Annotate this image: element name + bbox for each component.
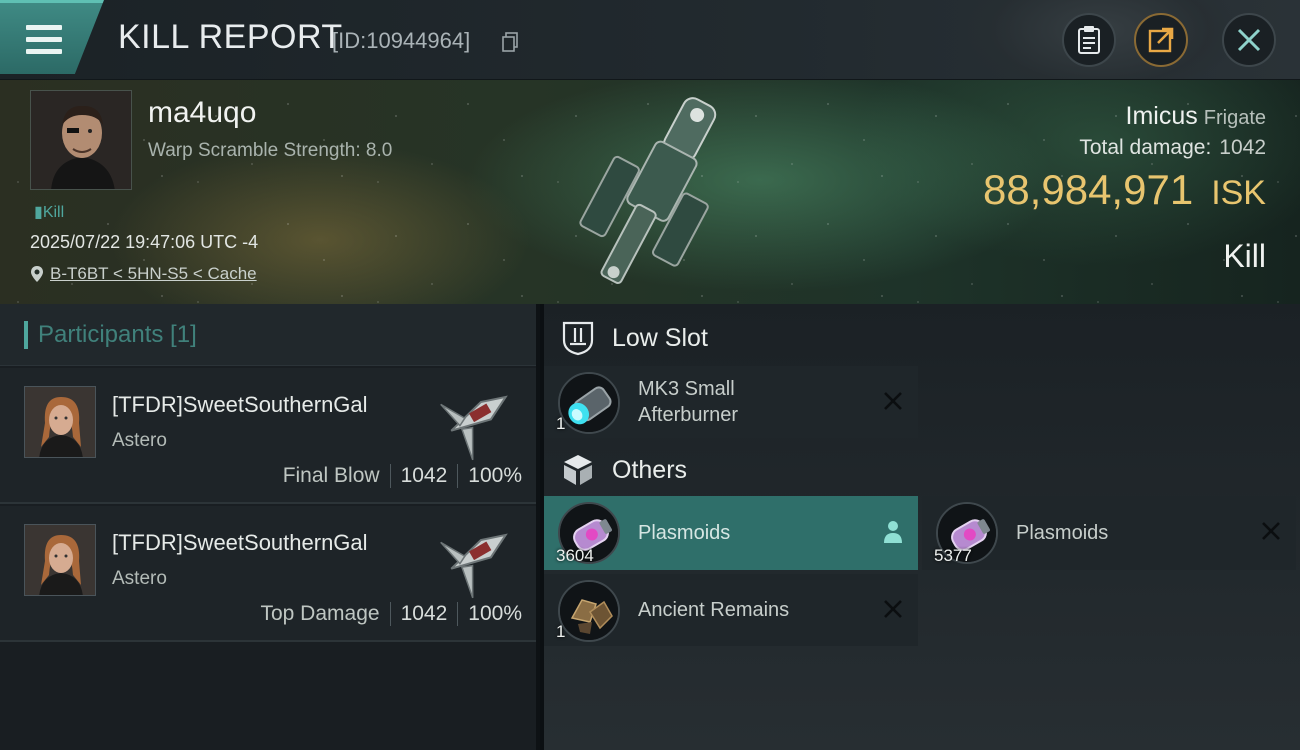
pilot-avatar [31, 91, 131, 189]
item-name-line1: MK3 Small [638, 378, 735, 400]
page-title: KILL REPORT [118, 18, 343, 56]
stat-damage: 1042 [400, 602, 448, 625]
kill-summary-banner: ma4uqo Warp Scramble Strength: 8.0 ▮Kill… [0, 80, 1300, 304]
item-quantity: 1 [556, 622, 566, 641]
hamburger-icon [26, 25, 62, 61]
stat-label: Top Damage [260, 602, 380, 625]
participant-card[interactable]: [TFDR]SweetSouthernGal Astero Final Blow… [0, 368, 536, 504]
participants-panel: Participants [1] [TFDR]SweetSouthernGal … [0, 304, 540, 750]
item-name: Plasmoids [638, 522, 731, 544]
participant-stats: Final Blow 1042 100% [283, 464, 522, 488]
kill-tag-label: Kill [42, 204, 65, 221]
person-icon [884, 521, 902, 543]
avatar [24, 524, 96, 596]
clipboard-icon [1078, 26, 1100, 54]
item-name: Ancient Remains [638, 599, 790, 621]
participant-ship: Astero [112, 568, 167, 589]
participant-ship: Astero [112, 430, 167, 451]
afterburner-icon [558, 372, 620, 434]
participant-ship-icon [440, 533, 508, 599]
location-link[interactable]: B-T6BT < 5HN-S5 < Cache [50, 264, 257, 284]
total-damage-value: 1042 [1219, 136, 1266, 159]
share-button[interactable] [1134, 13, 1188, 67]
participants-header[interactable]: Participants [1] [0, 304, 536, 366]
kill-location[interactable]: B-T6BT < 5HN-S5 < Cache [30, 264, 257, 284]
stat-percent: 100% [468, 602, 522, 625]
item-quantity: 5377 [934, 546, 972, 565]
item-quantity: 1 [556, 414, 566, 433]
item-name: MK3 Small Afterburner [638, 376, 738, 428]
cube-icon [558, 450, 598, 490]
participant-ship-icon [440, 395, 508, 461]
kill-tag: ▮Kill [34, 204, 65, 221]
close-icon [1237, 28, 1261, 52]
stat-percent: 100% [468, 464, 522, 487]
victim-name[interactable]: ma4uqo [148, 96, 256, 130]
location-pin-icon [31, 266, 43, 282]
close-button[interactable] [1222, 13, 1276, 67]
isk-unit: ISK [1211, 174, 1266, 212]
item-plasmoids-dropped[interactable]: 3604 Plasmoids [544, 496, 918, 570]
isk-amount: 88,984,971 [982, 166, 1194, 213]
others-label: Others [612, 455, 688, 484]
destroyed-x-icon [1262, 522, 1280, 540]
warp-scramble-strength: Warp Scramble Strength: 8.0 [148, 140, 393, 161]
participant-name: [TFDR]SweetSouthernGal [112, 530, 368, 555]
participant-name: [TFDR]SweetSouthernGal [112, 392, 368, 417]
low-slot-label: Low Slot [612, 323, 708, 352]
share-icon [1148, 27, 1174, 53]
victim-ship[interactable]: Imicus Frigate [1126, 102, 1266, 131]
total-damage-label: Total damage: [1079, 136, 1212, 159]
stat-label: Final Blow [282, 464, 380, 487]
avatar [24, 386, 96, 458]
destroyed-x-icon [884, 392, 902, 410]
item-ancient-remains[interactable]: 1 Ancient Remains [544, 574, 918, 646]
victim-portrait[interactable] [30, 90, 132, 190]
victim-ship-image [579, 97, 717, 284]
item-name-line2: Afterburner [638, 404, 739, 426]
total-damage: Total damage: 1042 [1079, 136, 1266, 160]
destroyed-x-icon [884, 600, 902, 618]
isk-value: 88,984,971 ISK [983, 166, 1266, 214]
ancient-remains-icon [558, 580, 620, 642]
report-id: [ID:10944964] [332, 28, 471, 53]
ship-class: Frigate [1203, 107, 1266, 129]
others-header: Others [544, 440, 687, 500]
window-header: KILL REPORT [ID:10944964] [0, 0, 1300, 80]
low-slot-icon [558, 318, 598, 358]
item-afterburner[interactable]: 1 MK3 Small Afterburner [544, 366, 918, 438]
ship-name: Imicus [1125, 102, 1198, 130]
menu-button[interactable] [0, 0, 104, 74]
kill-type: Kill [1223, 238, 1266, 274]
item-plasmoids-destroyed[interactable]: 5377 Plasmoids [922, 496, 1296, 570]
low-slot-header: Low Slot [544, 308, 708, 368]
copy-icon[interactable] [502, 32, 518, 52]
participant-card[interactable]: [TFDR]SweetSouthernGal Astero Top Damage… [0, 506, 536, 642]
participant-stats: Top Damage 1042 100% [260, 602, 522, 626]
items-panel: Low Slot 1 MK3 Small Afterburner Others … [544, 304, 1300, 750]
stat-damage: 1042 [400, 464, 448, 487]
item-name: Plasmoids [1016, 522, 1109, 544]
clipboard-button[interactable] [1062, 13, 1116, 67]
kill-datetime: 2025/07/22 19:47:06 UTC -4 [30, 232, 259, 252]
participants-title: Participants [1] [38, 320, 197, 348]
item-quantity: 3604 [556, 546, 594, 565]
